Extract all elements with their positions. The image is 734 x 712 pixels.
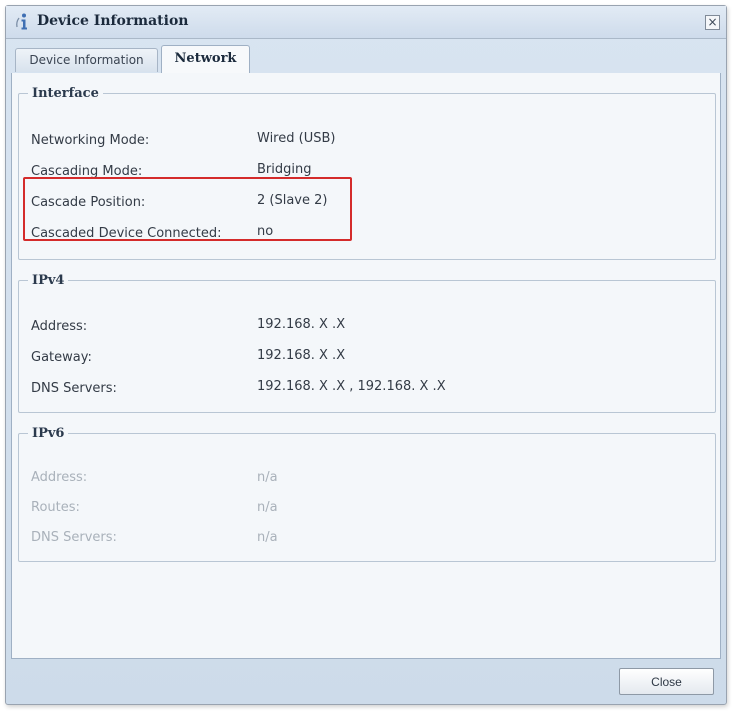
ipv4-dns-servers-value: 192.168. X .X , 192.168. X .X bbox=[257, 379, 446, 394]
tab-device-information[interactable]: Device Information bbox=[15, 48, 158, 72]
ipv6-group: IPv6 Address: n/a Routes: n/a DNS Server… bbox=[18, 426, 716, 562]
device-information-dialog: Device Information × Device Information … bbox=[5, 5, 727, 705]
networking-mode-label: Networking Mode: bbox=[31, 133, 150, 148]
ipv4-gateway-label: Gateway: bbox=[31, 350, 92, 365]
close-button[interactable]: Close bbox=[619, 668, 714, 695]
ipv4-group: IPv4 Address: 192.168. X .X Gateway: 192… bbox=[18, 273, 716, 413]
cascaded-device-connected-label: Cascaded Device Connected: bbox=[31, 226, 222, 241]
dialog-title: Device Information bbox=[37, 13, 189, 29]
cascading-mode-label: Cascading Mode: bbox=[31, 164, 143, 179]
cascade-position-label: Cascade Position: bbox=[31, 195, 146, 210]
ipv6-routes-value: n/a bbox=[257, 500, 278, 515]
ipv6-dns-servers-label: DNS Servers: bbox=[31, 530, 117, 545]
title-bar[interactable]: Device Information × bbox=[6, 6, 726, 39]
ipv4-address-label: Address: bbox=[31, 319, 88, 334]
dialog-footer: Close bbox=[6, 659, 726, 704]
ipv4-address-value: 192.168. X .X bbox=[257, 317, 346, 332]
cascaded-device-connected-value: no bbox=[257, 224, 274, 239]
tab-network[interactable]: Network bbox=[161, 45, 250, 74]
ipv6-routes-label: Routes: bbox=[31, 500, 80, 515]
info-icon bbox=[16, 13, 27, 30]
network-panel: Interface Networking Mode: Wired (USB) C… bbox=[11, 73, 721, 659]
tab-strip: Device Information Network bbox=[11, 44, 721, 74]
close-icon[interactable]: × bbox=[705, 15, 720, 30]
ipv4-legend: IPv4 bbox=[32, 273, 65, 288]
interface-legend: Interface bbox=[32, 86, 99, 101]
ipv6-legend: IPv6 bbox=[32, 426, 65, 441]
interface-group: Interface Networking Mode: Wired (USB) C… bbox=[18, 86, 716, 260]
ipv6-dns-servers-value: n/a bbox=[257, 530, 278, 545]
ipv4-gateway-value: 192.168. X .X bbox=[257, 348, 346, 363]
ipv6-address-value: n/a bbox=[257, 470, 278, 485]
cascading-mode-value: Bridging bbox=[257, 162, 312, 177]
ipv4-dns-servers-label: DNS Servers: bbox=[31, 381, 117, 396]
ipv6-address-label: Address: bbox=[31, 470, 88, 485]
cascade-position-value: 2 (Slave 2) bbox=[257, 193, 328, 208]
networking-mode-value: Wired (USB) bbox=[257, 131, 336, 146]
